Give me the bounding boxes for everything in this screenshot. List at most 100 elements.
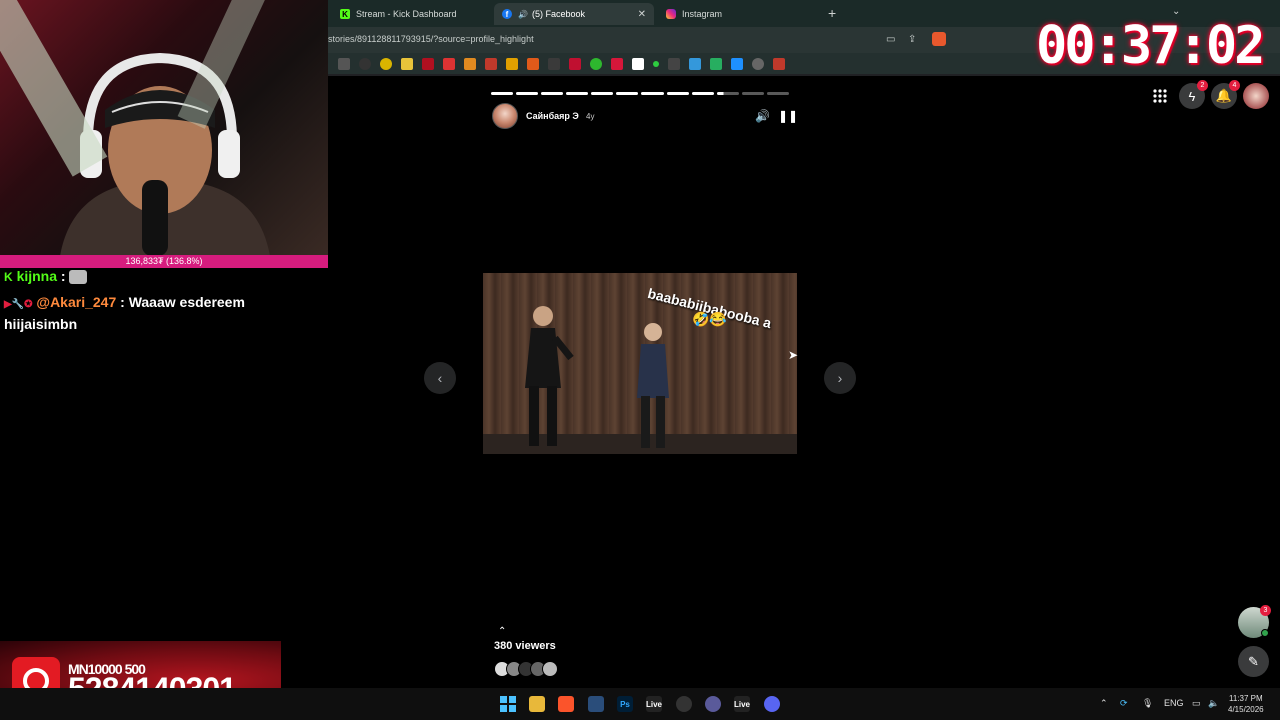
obs-icon[interactable] xyxy=(676,696,692,712)
bookmark-icon[interactable] xyxy=(548,57,560,70)
chat-separator: : xyxy=(116,294,129,310)
stream-timer: 00:37:02 xyxy=(1036,16,1265,76)
next-story-button[interactable]: › xyxy=(824,362,856,394)
story-progress-segment xyxy=(566,92,589,95)
cast-icon[interactable]: ▭ xyxy=(886,34,895,45)
tab-facebook[interactable]: f 🔊 (5) Facebook ✕ xyxy=(494,3,654,25)
bookmark-icon[interactable] xyxy=(710,57,722,70)
profile-avatar[interactable] xyxy=(1243,83,1269,109)
facebook-icon: f xyxy=(502,9,512,19)
menu-grid-icon[interactable] xyxy=(1147,83,1173,109)
story-progress-segment xyxy=(716,92,739,95)
messenger-icon: ϟ xyxy=(1188,88,1196,104)
discord-icon[interactable] xyxy=(764,696,780,712)
chevron-left-icon: ‹ xyxy=(437,370,443,386)
bookmark-icon[interactable] xyxy=(338,57,350,70)
chat-username: @Akari_247 xyxy=(36,294,117,310)
close-tab-icon[interactable]: ✕ xyxy=(638,9,646,20)
story-caption-emoji: 🤣😂 xyxy=(692,311,727,327)
bookmark-icon[interactable] xyxy=(668,57,680,70)
windows-start-icon[interactable] xyxy=(500,696,516,712)
new-tab-button[interactable]: + xyxy=(828,5,836,21)
story-progress xyxy=(491,92,789,95)
system-clock[interactable]: 11:37 PM 4/15/2026 xyxy=(1228,693,1264,715)
bookmark-icon[interactable] xyxy=(380,57,392,70)
story-progress-segment xyxy=(691,92,714,95)
pause-icon[interactable]: ❚❚ xyxy=(778,109,798,123)
messenger-button[interactable]: ϟ 2 xyxy=(1179,80,1208,109)
bookmark-icon[interactable] xyxy=(527,57,539,70)
tray-chevron-icon[interactable]: ⌃ xyxy=(1100,698,1108,709)
bookmark-icon[interactable] xyxy=(773,57,785,70)
chat-username: kijnna xyxy=(16,268,58,284)
bookmark-icon[interactable] xyxy=(569,57,581,70)
messenger-badge: 2 xyxy=(1197,80,1208,91)
brave-browser-icon[interactable] xyxy=(558,696,574,712)
story-age: 4y xyxy=(586,112,595,121)
chat-head-badge: 3 xyxy=(1260,605,1271,616)
network-icon[interactable]: ▭ xyxy=(1192,698,1201,709)
bell-icon: 🔔 xyxy=(1215,88,1233,103)
performer-right xyxy=(637,323,669,448)
bookmark-icon[interactable] xyxy=(359,57,371,70)
bookmark-icon[interactable] xyxy=(689,57,701,70)
previous-story-button[interactable]: ‹ xyxy=(424,362,456,394)
story-progress-segment xyxy=(666,92,689,95)
notifications-badge: 4 xyxy=(1229,80,1240,91)
bookmark-icon[interactable] xyxy=(464,57,476,70)
bookmark-icon[interactable] xyxy=(611,57,623,70)
bookmark-icon[interactable] xyxy=(485,57,497,70)
chat-message-continuation: hiijaisimbn xyxy=(4,316,78,332)
photoshop-icon[interactable]: Ps xyxy=(617,696,633,712)
tab-kick-dashboard[interactable]: K Stream - Kick Dashboard xyxy=(332,3,492,25)
online-indicator xyxy=(1261,629,1269,637)
file-explorer-icon[interactable] xyxy=(529,696,545,712)
chevron-up-icon[interactable]: ⌃ xyxy=(498,626,506,637)
bookmark-icon[interactable] xyxy=(443,57,455,70)
story-media[interactable] xyxy=(483,273,797,454)
tab-label: (5) Facebook xyxy=(531,9,585,19)
chevron-right-icon: › xyxy=(837,370,843,386)
viewers-count[interactable]: 380 viewers xyxy=(494,640,556,652)
clock-time: 11:37 PM xyxy=(1228,694,1263,703)
compose-icon: ✎ xyxy=(1248,653,1259,669)
volume-icon[interactable]: 🔊 xyxy=(755,109,770,123)
bookmark-icon[interactable] xyxy=(422,57,434,70)
notifications-button[interactable]: 🔔 4 xyxy=(1211,80,1240,109)
language-indicator[interactable]: ENG xyxy=(1164,698,1184,708)
share-icon[interactable]: ⇪ xyxy=(908,34,916,45)
story-progress-segment xyxy=(741,92,764,95)
story-progress-segment xyxy=(591,92,614,95)
viewer-avatars[interactable] xyxy=(494,661,558,677)
bookmark-icon[interactable] xyxy=(632,57,644,70)
kick-icon: K xyxy=(340,9,350,19)
bookmark-icon[interactable] xyxy=(752,57,764,70)
tray-sync-icon[interactable]: ⟳ xyxy=(1120,698,1128,709)
bookmark-icon[interactable] xyxy=(731,57,743,70)
folder-icon[interactable] xyxy=(401,57,413,70)
bookmark-icon[interactable] xyxy=(590,57,602,70)
live-app-icon[interactable]: Live xyxy=(734,696,750,712)
brave-shield-icon[interactable] xyxy=(932,32,946,46)
story-author-name[interactable]: Сайнбаяр Э xyxy=(526,111,579,121)
microphone-icon[interactable]: 🎙 xyxy=(1142,698,1153,709)
badge-icon: ▶🔧✪ xyxy=(4,299,33,310)
tab-instagram[interactable]: Instagram xyxy=(658,3,818,25)
story-author-avatar[interactable] xyxy=(492,103,518,129)
emote-icon xyxy=(69,270,88,285)
instagram-icon xyxy=(666,9,676,19)
bookmark-icon[interactable] xyxy=(653,60,659,67)
bookmark-icon[interactable] xyxy=(506,57,518,70)
new-message-button[interactable]: ✎ xyxy=(1238,646,1269,677)
app-icon[interactable] xyxy=(705,696,721,712)
volume-tray-icon[interactable]: 🔈 xyxy=(1208,698,1219,709)
chat-message: ▶🔧✪ @Akari_247 : Waaaw esdereem xyxy=(4,294,245,310)
live-app-icon[interactable]: Live xyxy=(646,696,662,712)
goal-progress-bar: 136,833₮ (136.8%) xyxy=(0,255,328,268)
story-progress-segment xyxy=(516,92,539,95)
story-progress-segment xyxy=(541,92,564,95)
viewer-avatar xyxy=(542,661,558,677)
performer-left xyxy=(525,306,574,446)
app-icon[interactable] xyxy=(588,696,604,712)
url-text[interactable]: stories/891128811793915/?source=profile_… xyxy=(328,34,534,44)
